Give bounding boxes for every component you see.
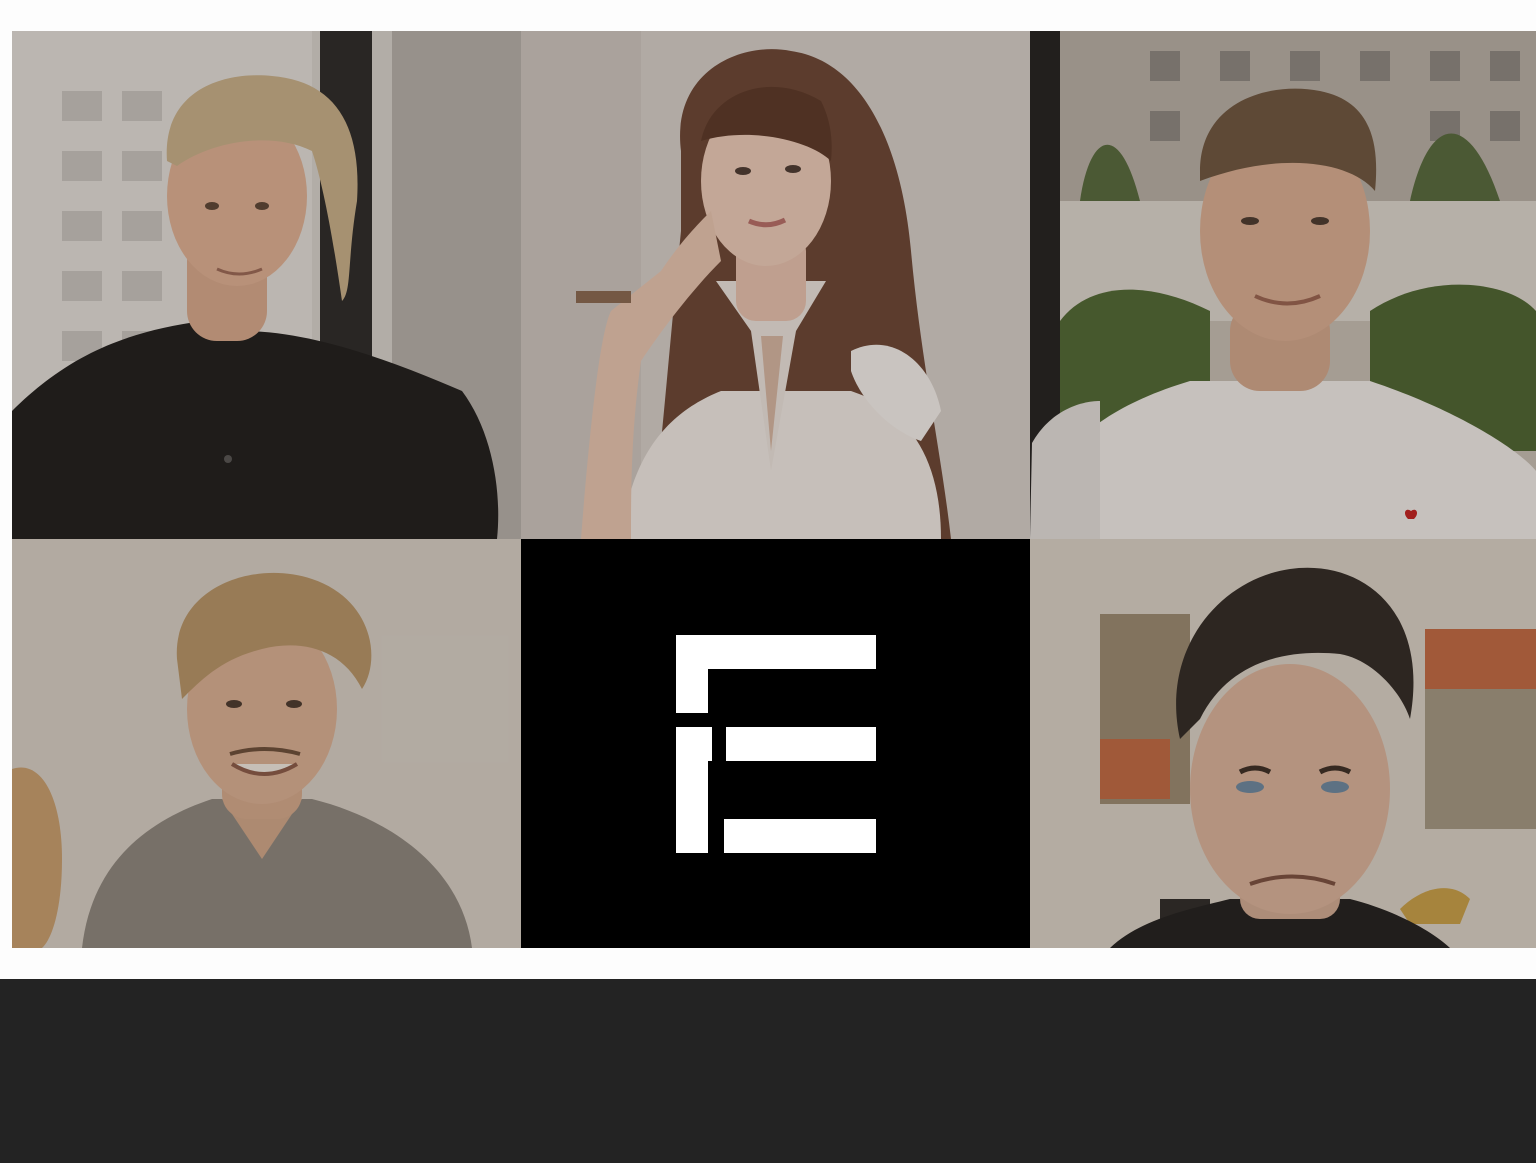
team-photo-woman-white-blouse [521, 31, 1030, 539]
logo-tile [521, 539, 1030, 948]
page [0, 0, 1536, 1163]
team-photo-man-white-tshirt [1030, 31, 1536, 539]
f-e-logo-icon [675, 634, 876, 853]
footer-bar [0, 979, 1536, 1163]
team-photo-man-black-polo [12, 31, 521, 539]
team-photo-man-curly-hair [12, 539, 521, 948]
team-photo-grid [12, 31, 1536, 948]
team-photo-man-dark-hair [1030, 539, 1536, 948]
